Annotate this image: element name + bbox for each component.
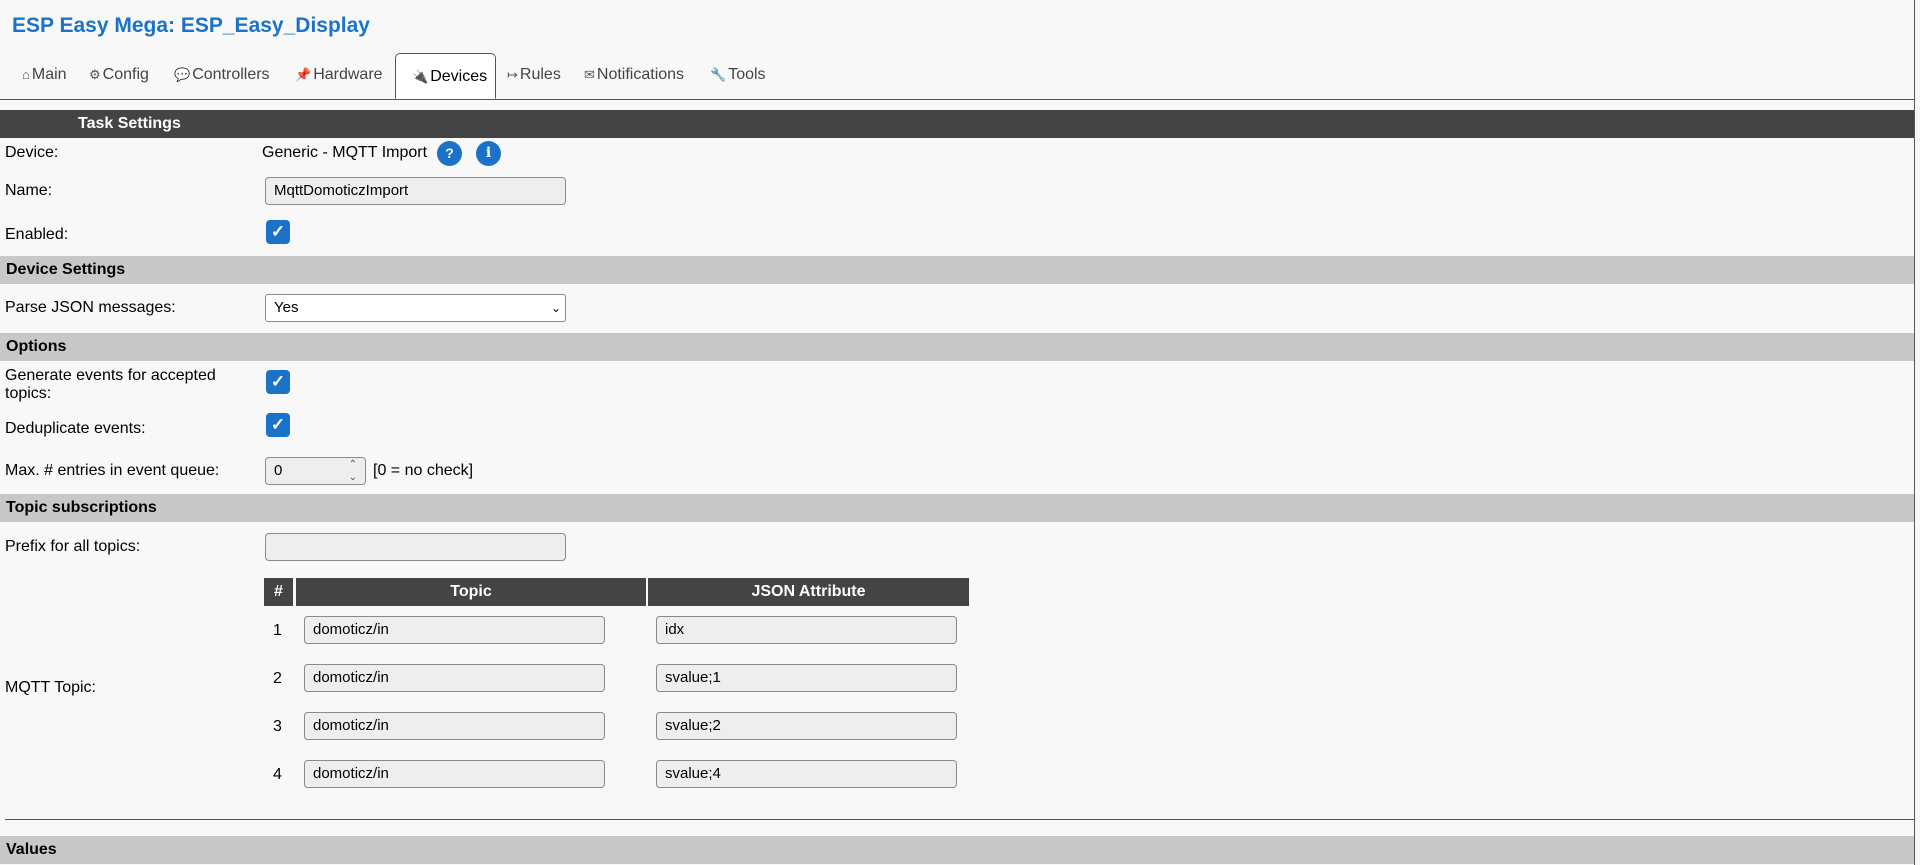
device-value: Generic - MQTT Import <box>262 144 428 161</box>
pushpin-icon: 📌 <box>295 67 312 82</box>
row-number: 4 <box>273 766 282 783</box>
enabled-checkbox[interactable]: ✓ <box>266 220 290 244</box>
name-label: Name: <box>5 182 53 199</box>
check-icon: ✓ <box>270 415 286 434</box>
enabled-label: Enabled: <box>5 226 69 243</box>
col-header-json-attribute: JSON Attribute <box>648 578 969 606</box>
prefix-input[interactable] <box>265 533 566 561</box>
envelope-icon: ✉ <box>584 67 595 82</box>
topic-subscriptions-header: Topic subscriptions <box>0 494 1914 522</box>
tab-hardware[interactable]: 📌 Hardware <box>295 63 383 87</box>
wrench-icon: 🔧 <box>710 67 727 82</box>
gear-icon: ⚙ <box>89 67 101 82</box>
row-number: 1 <box>273 622 282 639</box>
col-header-num: # <box>264 578 293 606</box>
tab-main[interactable]: ⌂ Main <box>22 63 67 87</box>
stepper-icon[interactable]: ⌃ ⌄ <box>349 458 357 484</box>
vertical-scrollbar[interactable] <box>1914 0 1920 865</box>
plug-icon: 🔌 <box>412 69 429 84</box>
topic-input[interactable]: domoticz/in <box>304 712 605 740</box>
tab-config[interactable]: ⚙ Config <box>89 63 149 87</box>
json-attribute-input[interactable]: svalue;1 <box>656 664 957 692</box>
name-input[interactable]: MqttDomoticzImport <box>265 177 566 205</box>
prefix-label: Prefix for all topics: <box>5 538 141 555</box>
divider <box>5 819 1915 820</box>
row-number: 2 <box>273 670 282 687</box>
deduplicate-label: Deduplicate events: <box>5 420 146 437</box>
row-number: 3 <box>273 718 282 735</box>
check-icon: ✓ <box>270 372 286 391</box>
options-header: Options <box>0 333 1914 361</box>
help-icon[interactable]: ? <box>437 141 462 166</box>
chevron-down-icon: ⌄ <box>550 301 561 315</box>
info-icon[interactable]: i <box>476 141 501 166</box>
topic-input[interactable]: domoticz/in <box>304 760 605 788</box>
arrow-icon: ↦ <box>507 67 518 82</box>
nav-tabs: ⌂ Main ⚙ Config 💬 Controllers 📌 Hardware 🔌 De… <box>0 53 1914 100</box>
home-icon: ⌂ <box>22 67 30 82</box>
values-header: Values <box>0 836 1914 864</box>
tab-tools[interactable]: 🔧 Tools <box>710 63 766 87</box>
check-icon: ✓ <box>270 222 286 241</box>
json-attribute-input[interactable]: svalue;4 <box>656 760 957 788</box>
speech-bubble-icon: 💬 <box>174 67 191 82</box>
device-label: Device: <box>5 144 59 161</box>
col-header-topic: Topic <box>296 578 646 606</box>
tab-notifications[interactable]: ✉ Notifications <box>584 63 684 87</box>
generate-events-label: Generate events for accepted topics: <box>5 367 216 402</box>
topic-input[interactable]: domoticz/in <box>304 616 605 644</box>
generate-events-checkbox[interactable]: ✓ <box>266 370 290 394</box>
page-title: ESP Easy Mega: ESP_Easy_Display <box>12 14 370 37</box>
tab-devices[interactable]: 🔌 Devices <box>395 53 496 99</box>
mqtt-topic-label: MQTT Topic: <box>5 679 96 696</box>
device-settings-header: Device Settings <box>0 256 1914 284</box>
max-entries-label: Max. # entries in event queue: <box>5 462 220 479</box>
max-entries-input[interactable]: 0 ⌃ ⌄ <box>265 457 366 485</box>
parse-json-label: Parse JSON messages: <box>5 299 176 316</box>
max-entries-note: [0 = no check] <box>373 462 474 479</box>
json-attribute-input[interactable]: idx <box>656 616 957 644</box>
topic-input[interactable]: domoticz/in <box>304 664 605 692</box>
tab-rules[interactable]: ↦ Rules <box>507 63 561 87</box>
deduplicate-checkbox[interactable]: ✓ <box>266 413 290 437</box>
tab-controllers[interactable]: 💬 Controllers <box>174 63 270 87</box>
task-settings-header: Task Settings <box>0 110 1914 138</box>
parse-json-select[interactable]: Yes ⌄ <box>265 294 566 322</box>
json-attribute-input[interactable]: svalue;2 <box>656 712 957 740</box>
